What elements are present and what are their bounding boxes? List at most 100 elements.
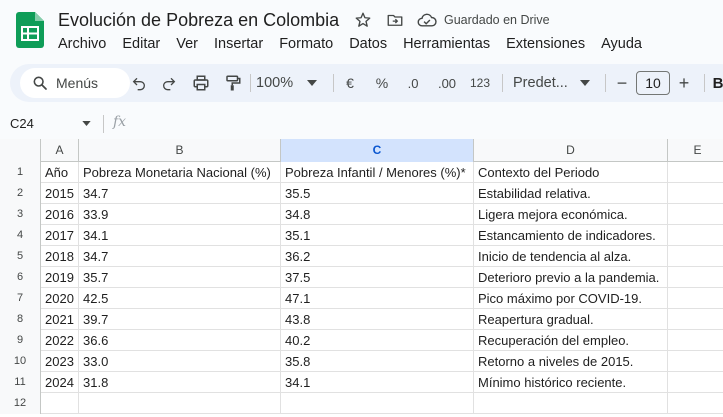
row-header[interactable]: 1 <box>0 162 41 183</box>
name-box[interactable]: C24 <box>10 116 34 131</box>
font-size-input[interactable] <box>636 71 670 95</box>
cell-e3[interactable] <box>668 204 723 225</box>
cell-b12[interactable] <box>79 393 281 414</box>
increase-font-size-button[interactable]: + <box>674 64 694 102</box>
cell-c6[interactable]: 37.5 <box>281 267 474 288</box>
menu-herramientas[interactable]: Herramientas <box>395 34 498 54</box>
font-family-select[interactable]: Predet... <box>513 64 595 102</box>
cell-a6[interactable]: 2019 <box>41 267 79 288</box>
cell-a9[interactable]: 2022 <box>41 330 79 351</box>
cell-e10[interactable] <box>668 351 723 372</box>
document-title[interactable]: Evolución de Pobreza en Colombia <box>58 10 339 31</box>
cell-d7[interactable]: Pico máximo por COVID-19. <box>474 288 668 309</box>
cell-d3[interactable]: Ligera mejora económica. <box>474 204 668 225</box>
menu-editar[interactable]: Editar <box>114 34 168 54</box>
cell-d11[interactable]: Mínimo histórico reciente. <box>474 372 668 393</box>
sheets-logo-icon[interactable] <box>16 12 44 48</box>
move-to-folder-icon[interactable] <box>386 11 404 29</box>
row-header[interactable]: 7 <box>0 288 41 309</box>
percent-button[interactable]: % <box>372 64 392 102</box>
cell-e5[interactable] <box>668 246 723 267</box>
search-menus-button[interactable]: Menús <box>20 68 130 98</box>
decrease-font-size-button[interactable]: − <box>612 64 632 102</box>
cell-d6[interactable]: Deterioro previo a la pandemia. <box>474 267 668 288</box>
cell-a3[interactable]: 2016 <box>41 204 79 225</box>
cell-c12[interactable] <box>281 393 474 414</box>
cell-b10[interactable]: 33.0 <box>79 351 281 372</box>
column-header-a[interactable]: A <box>41 139 79 162</box>
cell-e11[interactable] <box>668 372 723 393</box>
paint-format-button[interactable] <box>222 64 244 102</box>
cell-b1[interactable]: Pobreza Monetaria Nacional (%) <box>79 162 281 183</box>
caret-down-icon[interactable] <box>82 121 91 126</box>
spreadsheet-grid[interactable]: A B C D E 1 Año Pobreza Monetaria Nacional… <box>0 139 723 417</box>
cell-e2[interactable] <box>668 183 723 204</box>
cell-e1[interactable] <box>668 162 723 183</box>
cell-b2[interactable]: 34.7 <box>79 183 281 204</box>
cell-b6[interactable]: 35.7 <box>79 267 281 288</box>
row-header[interactable]: 5 <box>0 246 41 267</box>
zoom-select[interactable]: 100% <box>256 64 320 102</box>
cell-c11[interactable]: 34.1 <box>281 372 474 393</box>
print-button[interactable] <box>190 64 212 102</box>
currency-button[interactable]: € <box>340 64 360 102</box>
cell-c10[interactable]: 35.8 <box>281 351 474 372</box>
cell-b5[interactable]: 34.7 <box>79 246 281 267</box>
cell-d12[interactable] <box>474 393 668 414</box>
cell-d1[interactable]: Contexto del Periodo <box>474 162 668 183</box>
cell-d5[interactable]: Inicio de tendencia al alza. <box>474 246 668 267</box>
menu-ayuda[interactable]: Ayuda <box>593 34 650 54</box>
row-header[interactable]: 3 <box>0 204 41 225</box>
cell-a4[interactable]: 2017 <box>41 225 79 246</box>
cell-a12[interactable] <box>41 393 79 414</box>
cell-e7[interactable] <box>668 288 723 309</box>
undo-button[interactable] <box>128 64 150 102</box>
select-all-corner[interactable] <box>0 139 41 162</box>
row-header[interactable]: 2 <box>0 183 41 204</box>
column-header-c[interactable]: C <box>281 139 474 162</box>
column-header-d[interactable]: D <box>474 139 668 162</box>
cell-e8[interactable] <box>668 309 723 330</box>
cell-b9[interactable]: 36.6 <box>79 330 281 351</box>
cell-c9[interactable]: 40.2 <box>281 330 474 351</box>
menu-insertar[interactable]: Insertar <box>206 34 271 54</box>
cell-d4[interactable]: Estancamiento de indicadores. <box>474 225 668 246</box>
cell-a5[interactable]: 2018 <box>41 246 79 267</box>
column-header-e[interactable]: E <box>668 139 723 162</box>
cell-e9[interactable] <box>668 330 723 351</box>
redo-button[interactable] <box>158 64 180 102</box>
cell-d8[interactable]: Reapertura gradual. <box>474 309 668 330</box>
cell-b7[interactable]: 42.5 <box>79 288 281 309</box>
menu-extensiones[interactable]: Extensiones <box>498 34 593 54</box>
row-header[interactable]: 11 <box>0 372 41 393</box>
cell-c1[interactable]: Pobreza Infantil / Menores (%)* <box>281 162 474 183</box>
menu-ver[interactable]: Ver <box>168 34 206 54</box>
cell-d2[interactable]: Estabilidad relativa. <box>474 183 668 204</box>
bold-button[interactable]: B <box>710 64 723 102</box>
star-icon[interactable] <box>354 11 372 29</box>
menu-formato[interactable]: Formato <box>271 34 341 54</box>
row-header[interactable]: 8 <box>0 309 41 330</box>
cell-c4[interactable]: 35.1 <box>281 225 474 246</box>
row-header[interactable]: 4 <box>0 225 41 246</box>
cloud-saved-icon[interactable] <box>417 12 437 28</box>
cell-d9[interactable]: Recuperación del empleo. <box>474 330 668 351</box>
cell-b3[interactable]: 33.9 <box>79 204 281 225</box>
cell-d10[interactable]: Retorno a niveles de 2015. <box>474 351 668 372</box>
cell-b8[interactable]: 39.7 <box>79 309 281 330</box>
cell-c3[interactable]: 34.8 <box>281 204 474 225</box>
cell-e12[interactable] <box>668 393 723 414</box>
menu-datos[interactable]: Datos <box>341 34 395 54</box>
cell-a7[interactable]: 2020 <box>41 288 79 309</box>
cell-b4[interactable]: 34.1 <box>79 225 281 246</box>
cell-e4[interactable] <box>668 225 723 246</box>
number-format-button[interactable]: 123 <box>466 64 494 102</box>
row-header[interactable]: 9 <box>0 330 41 351</box>
cell-e6[interactable] <box>668 267 723 288</box>
column-header-b[interactable]: B <box>79 139 281 162</box>
row-header[interactable]: 10 <box>0 351 41 372</box>
decrease-decimals-button[interactable]: .0 <box>402 64 424 102</box>
cell-c2[interactable]: 35.5 <box>281 183 474 204</box>
cell-a11[interactable]: 2024 <box>41 372 79 393</box>
cell-a1[interactable]: Año <box>41 162 79 183</box>
